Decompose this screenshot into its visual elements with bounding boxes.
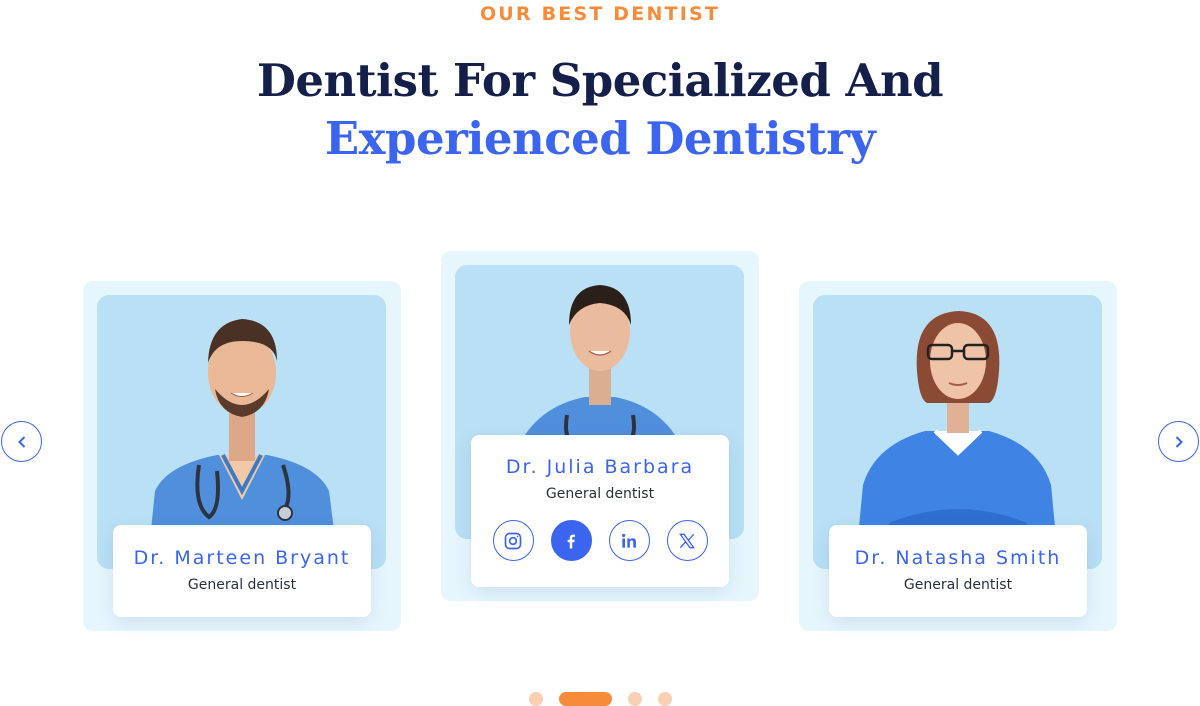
carousel-pagination: [0, 692, 1200, 706]
chevron-right-icon: [1175, 435, 1183, 448]
pagination-dot-2-active[interactable]: [558, 692, 612, 706]
dentist-role: General dentist: [187, 577, 297, 593]
dentist-name[interactable]: Dr. Marteen Bryant: [113, 547, 371, 569]
pagination-dot-4[interactable]: [657, 692, 672, 706]
social-links: [471, 520, 729, 561]
dentist-info-panel: Dr. Marteen Bryant General dentist: [113, 525, 371, 617]
dentist-card[interactable]: Dr. Marteen Bryant General dentist: [83, 281, 401, 631]
dentist-name[interactable]: Dr. Julia Barbara: [471, 456, 729, 478]
title-line-1: Dentist For Specialized And: [256, 54, 944, 107]
linkedin-link[interactable]: [608, 520, 650, 561]
dentist-role: General dentist: [903, 577, 1013, 593]
dentist-role: General dentist: [545, 486, 655, 502]
carousel-prev-button[interactable]: [1, 421, 42, 462]
title-line-2: Experienced Dentistry: [324, 112, 876, 165]
instagram-link[interactable]: [492, 520, 534, 561]
dentist-card[interactable]: Dr. Natasha Smith General dentist: [799, 281, 1117, 631]
linkedin-icon: [622, 533, 636, 548]
x-twitter-icon: [679, 533, 695, 548]
facebook-link[interactable]: [550, 520, 592, 561]
carousel-next-button[interactable]: [1158, 421, 1199, 462]
dentist-card-active[interactable]: Dr. Julia Barbara General dentist: [441, 251, 759, 601]
chevron-left-icon: [17, 435, 25, 448]
pagination-dot-3[interactable]: [627, 692, 642, 706]
section-eyebrow: OUR BEST DENTIST: [479, 3, 721, 25]
facebook-icon: [567, 534, 575, 548]
dentist-info-panel: Dr. Natasha Smith General dentist: [829, 525, 1087, 617]
x-twitter-link[interactable]: [666, 520, 708, 561]
section-title: Dentist For Specialized And Experienced …: [0, 52, 1200, 168]
instagram-icon: [504, 532, 522, 549]
dentist-info-panel: Dr. Julia Barbara General dentist: [471, 435, 729, 587]
pagination-dot-1[interactable]: [528, 692, 543, 706]
dentist-name[interactable]: Dr. Natasha Smith: [829, 547, 1087, 569]
